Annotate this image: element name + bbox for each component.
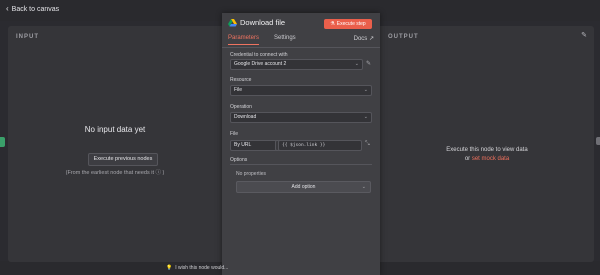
output-empty-message: Execute this node to view data or set mo… [380,146,594,164]
chevron-down-icon: ⌄ [361,184,366,190]
back-to-canvas-link[interactable]: ‹ Back to canvas [6,5,59,13]
no-input-data-title: No input data yet [84,125,146,134]
lightbulb-icon: 💡 [166,265,173,271]
file-label: File [230,131,239,137]
operation-label: Operation [230,104,252,110]
feedback-link[interactable]: 💡 I wish this node would... [166,265,228,271]
earliest-node-note: (From the earliest node that needs it ⓘ … [65,170,165,176]
input-pane: INPUT No input data yet Execute previous… [8,26,222,262]
feedback-label: I wish this node would... [175,265,229,271]
output-or-text: or [464,156,471,162]
output-message-line: Execute this node to view data [446,147,528,153]
chevron-down-icon: ⌄ [363,87,368,93]
node-title: Download file [240,18,286,27]
docs-label: Docs [353,36,368,42]
docs-link[interactable]: Docs ↗ [354,35,374,42]
credential-select[interactable]: Google Drive account 2 ⌄ [230,59,363,70]
google-drive-icon [228,19,237,27]
output-message-line-2: or set mock data [380,155,594,164]
expand-expression-icon[interactable]: ⤡ [365,141,370,148]
input-connector-handle[interactable] [0,137,5,147]
execute-previous-nodes-button[interactable]: Execute previous nodes [88,153,158,166]
chevron-left-icon: ‹ [6,4,9,13]
node-header: Download file ⚗ Execute step Parameters … [222,13,380,48]
options-divider [230,164,372,165]
chevron-down-icon: ⌄ [363,114,368,120]
chevron-down-icon: ⌄ [354,61,359,67]
resource-value: File [234,87,243,93]
node-settings-panel: Download file ⚗ Execute step Parameters … [222,13,380,275]
operation-value: Download [234,114,257,120]
file-url-expression-input[interactable]: {{ $json.link }} [278,140,362,151]
credential-value: Google Drive account 2 [234,61,287,67]
add-option-label: Add option [291,184,316,190]
input-pane-title: INPUT [16,34,39,40]
tab-settings[interactable]: Settings [274,35,296,41]
execute-step-label: Execute step [336,21,366,27]
execute-step-button[interactable]: ⚗ Execute step [324,19,372,29]
resource-select[interactable]: File ⌄ [230,85,372,96]
options-label: Options [230,157,248,163]
external-link-icon: ↗ [368,36,374,42]
node-tabs: Parameters Settings Docs ↗ [228,35,374,47]
no-properties-text: No properties [236,171,267,177]
resource-label: Resource [230,77,252,83]
output-pane-title: OUTPUT [388,34,419,40]
edit-credential-icon[interactable]: ✎ [366,60,371,67]
set-mock-data-link[interactable]: set mock data [472,156,509,162]
add-option-button[interactable]: Add option ⌄ [236,181,371,193]
output-pane: OUTPUT ✎ Execute this node to view data … [380,26,594,262]
pencil-icon[interactable]: ✎ [580,32,588,40]
credential-label: Credential to connect with [230,52,288,58]
operation-select[interactable]: Download ⌄ [230,112,372,123]
file-mode-value: By URL [234,142,252,148]
back-to-canvas-label: Back to canvas [11,5,60,13]
output-connector-handle[interactable] [596,137,600,145]
flask-icon: ⚗ [330,21,335,27]
tab-parameters[interactable]: Parameters [228,35,260,45]
tabs-divider [222,47,380,48]
